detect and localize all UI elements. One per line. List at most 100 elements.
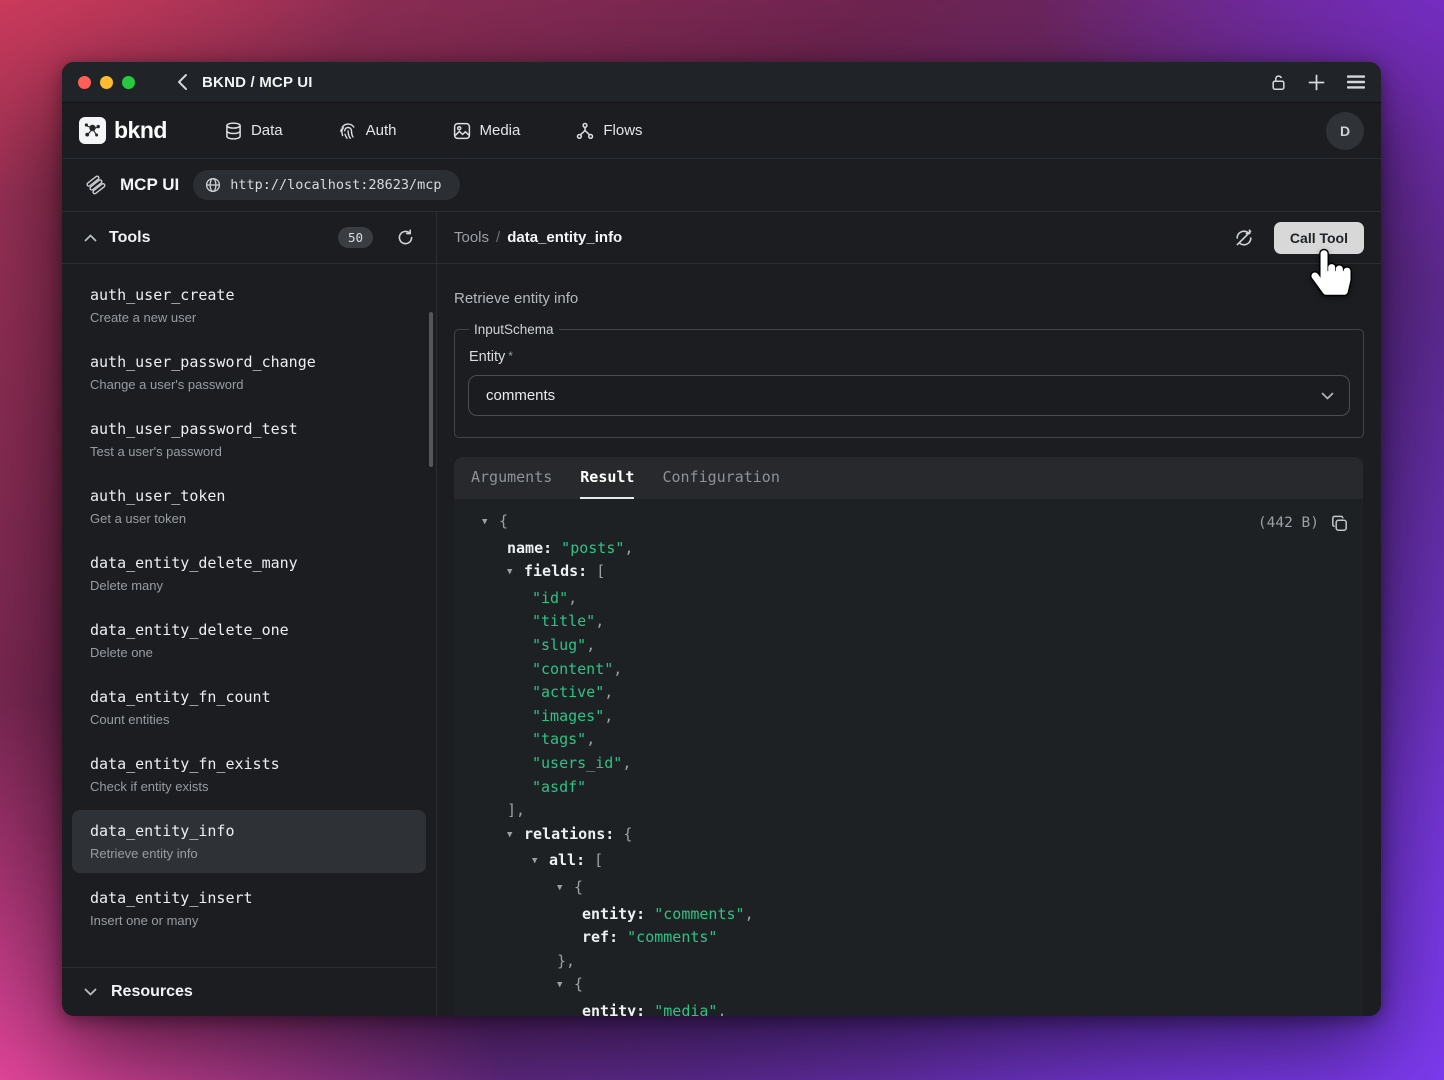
collapse-toggle-icon[interactable]: ▼: [557, 974, 567, 998]
subheader: MCP UI http://localhost:28623/mcp: [62, 159, 1381, 212]
server-url-pill[interactable]: http://localhost:28623/mcp: [193, 170, 459, 200]
nav-item-data[interactable]: Data: [225, 122, 283, 140]
back-chevron-icon[interactable]: [177, 73, 188, 91]
breadcrumb-separator: /: [496, 229, 500, 246]
tool-description: Count entities: [90, 711, 408, 728]
tab-configuration[interactable]: Configuration: [662, 457, 779, 499]
sidebar-scrollbar[interactable]: [429, 312, 433, 467]
json-token-punc: ,: [595, 612, 604, 630]
json-token-key: fields:: [524, 562, 587, 580]
main-header: Tools / data_entity_info Call Tool: [437, 212, 1381, 264]
new-tab-plus-icon[interactable]: [1308, 74, 1325, 91]
traffic-lights: [78, 76, 135, 89]
collapse-toggle-icon[interactable]: ▼: [482, 511, 492, 535]
sidebar-item-data_entity_fn_exists[interactable]: data_entity_fn_existsCheck if entity exi…: [72, 743, 426, 806]
tool-name: data_entity_info: [90, 821, 408, 841]
json-token-str: "title": [532, 612, 595, 630]
tool-description: Delete one: [90, 644, 408, 661]
nav-item-flows[interactable]: Flows: [576, 122, 642, 140]
json-line: ▼ fields: [: [470, 560, 1347, 587]
menu-icon[interactable]: [1347, 75, 1365, 89]
sidebar-item-data_entity_delete_one[interactable]: data_entity_delete_oneDelete one: [72, 609, 426, 672]
breadcrumb-section[interactable]: Tools: [454, 229, 489, 246]
sidebar-item-data_entity_insert[interactable]: data_entity_insert Insert one or many: [72, 877, 426, 940]
tool-description: Get a user token: [90, 510, 408, 527]
tools-section-header[interactable]: Tools 50: [62, 212, 436, 264]
json-token-str: "asdf": [532, 778, 586, 796]
json-line: ],: [470, 799, 1347, 823]
resources-section-label: Resources: [111, 983, 193, 1001]
json-line: },: [470, 950, 1347, 974]
result-size: (442 B): [1258, 512, 1319, 536]
json-token-punc: ,: [604, 683, 613, 701]
refresh-off-icon[interactable]: [1234, 228, 1254, 248]
zoom-window-button[interactable]: [122, 76, 135, 89]
resources-section-header[interactable]: Resources: [62, 967, 436, 1016]
json-token-str: "images": [532, 707, 604, 725]
json-token-str: "media": [645, 1002, 717, 1016]
json-token-punc: [: [585, 851, 603, 869]
tool-name: data_entity_fn_count: [90, 687, 408, 707]
sidebar-item-auth_user_token[interactable]: auth_user_token Get a user token: [72, 475, 426, 538]
json-token-str: "slug": [532, 636, 586, 654]
json-line: "active",: [470, 681, 1347, 705]
tool-description: Insert one or many: [90, 912, 408, 929]
result-panel: Arguments Result Configuration (442 B) ▼…: [454, 457, 1363, 1016]
tool-name: auth_user_token: [90, 486, 408, 506]
entity-select[interactable]: comments: [468, 375, 1350, 416]
tool-description: Change a user's password: [90, 376, 408, 393]
avatar[interactable]: D: [1326, 112, 1364, 150]
json-line: entity: "media",: [470, 1000, 1347, 1016]
json-token-punc: },: [557, 952, 575, 970]
tab-result[interactable]: Result: [580, 457, 634, 499]
nav-item-media[interactable]: Media: [453, 122, 521, 140]
json-token-key: relations:: [524, 825, 614, 843]
sidebar-item-data_entity_info[interactable]: data_entity_infoRetrieve entity info: [72, 810, 426, 873]
brand-logo[interactable]: bknd: [79, 117, 167, 144]
image-icon: [453, 122, 471, 140]
json-token-punc: ,: [717, 1002, 726, 1016]
nav-items: Data Auth Media Flows: [225, 122, 643, 140]
collapse-toggle-icon[interactable]: ▼: [507, 561, 517, 585]
sidebar: Tools 50 auth_user_createCreate a new us…: [62, 212, 437, 1016]
json-tree: ▼{name: "posts",▼fields: ["id","title","…: [470, 510, 1347, 1016]
close-window-button[interactable]: [78, 76, 91, 89]
titlebar: BKND / MCP UI: [62, 62, 1381, 103]
json-token-str: "id": [532, 589, 568, 607]
sidebar-item-auth_user_password_change[interactable]: auth_user_password_change Change a user's…: [72, 341, 426, 404]
json-line: "images",: [470, 705, 1347, 729]
json-token-str: "comments": [645, 905, 744, 923]
sidebar-item-data_entity_delete_many[interactable]: data_entity_delete_manyDelete many: [72, 542, 426, 605]
bknd-logo-icon: [79, 117, 106, 144]
minimize-window-button[interactable]: [100, 76, 113, 89]
collapse-toggle-icon[interactable]: ▼: [532, 850, 542, 874]
json-token-key: entity:: [582, 1002, 645, 1016]
copy-icon[interactable]: [1331, 515, 1348, 532]
tool-name: data_entity_insert: [90, 888, 408, 908]
json-token-punc: [: [587, 562, 605, 580]
json-line: ▼{: [470, 876, 1347, 903]
json-line: ▼{: [470, 973, 1347, 1000]
json-token-punc: {: [614, 825, 632, 843]
refresh-icon[interactable]: [397, 229, 414, 246]
lock-open-icon[interactable]: [1271, 74, 1286, 91]
json-line: ▼{: [470, 510, 1347, 537]
sidebar-item-auth_user_password_test[interactable]: auth_user_password_testTest a user's pas…: [72, 408, 426, 471]
sidebar-item-data_entity_fn_count[interactable]: data_entity_fn_count Count entities: [72, 676, 426, 739]
json-token-str: "tags": [532, 730, 586, 748]
nav-item-label: Media: [480, 122, 521, 139]
sidebar-item-auth_user_create[interactable]: auth_user_createCreate a new user: [72, 274, 426, 337]
collapse-toggle-icon[interactable]: ▼: [507, 824, 517, 848]
tools-section-label: Tools: [109, 229, 150, 247]
layers-icon: [86, 175, 106, 195]
nav-item-label: Data: [251, 122, 283, 139]
workflow-icon: [576, 122, 594, 140]
call-tool-button[interactable]: Call Tool: [1274, 222, 1364, 254]
tab-arguments[interactable]: Arguments: [471, 457, 552, 499]
tool-name: auth_user_password_change: [90, 352, 408, 372]
json-line: "title",: [470, 610, 1347, 634]
nav-item-auth[interactable]: Auth: [339, 122, 397, 140]
nav-item-label: Flows: [603, 122, 642, 139]
collapse-toggle-icon[interactable]: ▼: [557, 877, 567, 901]
page-title: MCP UI: [120, 175, 179, 195]
